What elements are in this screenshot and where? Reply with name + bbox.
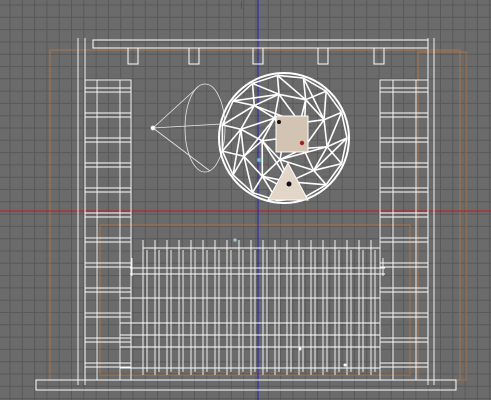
grid [0,0,491,400]
pivot-marker [286,181,292,187]
viewport-top[interactable]: | [0,0,491,400]
dome-strut [325,90,343,113]
dome-strut [251,175,264,193]
dome-strut [305,90,327,101]
dome-strut [323,119,328,147]
floor-plate[interactable] [35,379,457,391]
dome-marker-red [299,140,305,146]
dome-strut [251,83,256,106]
dome-marker [277,120,281,124]
fence-grid[interactable] [120,240,385,375]
dome-triangle [267,161,309,201]
top-beam[interactable] [92,39,429,65]
world-axes [0,0,491,400]
dome-strut [261,159,281,177]
scene-canvas[interactable] [0,0,491,400]
viewport-label: | [240,0,243,9]
dome-strut [222,150,245,158]
